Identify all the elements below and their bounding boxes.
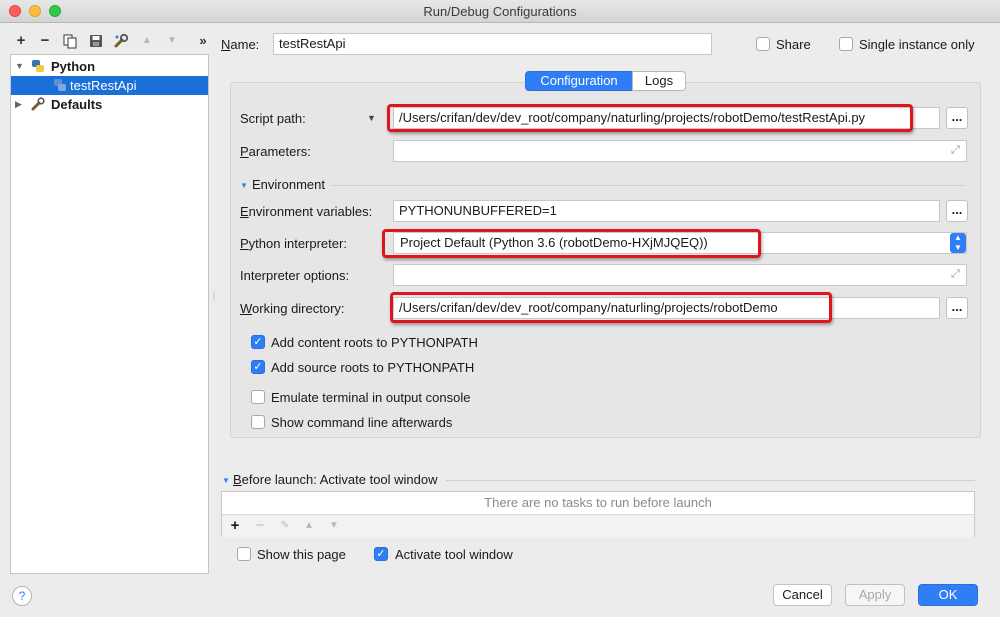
add-content-roots-label: Add content roots to PYTHONPATH <box>271 335 478 350</box>
empty-tasks-text: There are no tasks to run before launch <box>222 492 974 515</box>
add-task-icon[interactable]: + <box>227 517 243 535</box>
window-title: Run/Debug Configurations <box>423 4 577 19</box>
tasks-toolbar: + − ✎ ▲ ▼ <box>222 515 974 537</box>
section-collapse-icon[interactable]: ▼ <box>240 181 248 190</box>
working-dir-label: Working directory: <box>240 301 345 316</box>
single-instance-checkbox[interactable] <box>839 37 853 51</box>
before-launch-collapse-icon[interactable]: ▼ <box>222 476 230 485</box>
move-task-up-icon[interactable]: ▲ <box>301 517 317 535</box>
add-icon[interactable]: + <box>12 32 30 50</box>
section-divider <box>330 185 966 186</box>
emulate-terminal-checkbox[interactable] <box>251 390 265 404</box>
wrench-icon[interactable] <box>113 33 129 49</box>
splitter-handle[interactable]: ⋮ ⋮ <box>210 290 218 308</box>
save-icon[interactable] <box>89 34 103 48</box>
script-type-dropdown-icon[interactable]: ▼ <box>367 113 376 123</box>
add-source-roots-label: Add source roots to PYTHONPATH <box>271 360 475 375</box>
browse-working-dir-button[interactable]: ... <box>946 297 968 319</box>
remove-task-icon[interactable]: − <box>252 517 268 535</box>
edit-env-vars-button[interactable]: ... <box>946 200 968 222</box>
share-label: Share <box>776 37 811 52</box>
activate-tool-window-checkbox[interactable]: ✓ <box>374 547 388 561</box>
move-down-icon[interactable]: ▼ <box>163 32 181 50</box>
share-checkbox[interactable] <box>756 37 770 51</box>
configuration-tree[interactable]: ▼ Python testRestApi ▶ Defaults <box>10 54 209 574</box>
single-instance-label: Single instance only <box>859 37 975 52</box>
environment-section-label: Environment <box>252 177 325 192</box>
highlight-box <box>387 104 913 132</box>
help-button[interactable]: ? <box>12 586 32 606</box>
cancel-button[interactable]: Cancel <box>773 584 832 606</box>
expanded-arrow-icon[interactable]: ▼ <box>15 57 25 76</box>
move-up-icon[interactable]: ▲ <box>138 32 156 50</box>
tree-item-testrestapi[interactable]: testRestApi <box>11 76 208 95</box>
show-this-page-checkbox[interactable] <box>237 547 251 561</box>
tab-logs[interactable]: Logs <box>632 71 686 91</box>
parameters-input[interactable] <box>393 140 967 162</box>
show-this-page-label: Show this page <box>257 547 346 562</box>
show-command-line-label: Show command line afterwards <box>271 415 453 430</box>
ok-button[interactable]: OK <box>918 584 978 606</box>
activate-tool-window-label: Activate tool window <box>395 547 513 562</box>
copy-icon[interactable] <box>63 34 77 49</box>
tree-item-python[interactable]: ▼ Python <box>11 57 208 76</box>
name-input[interactable]: testRestApi <box>273 33 712 55</box>
remove-icon[interactable]: − <box>36 32 54 50</box>
script-path-label: Script path: <box>240 111 306 126</box>
parameters-label: Parameters: <box>240 144 311 159</box>
interpreter-options-input[interactable] <box>393 264 967 286</box>
add-content-roots-checkbox[interactable]: ✓ <box>251 335 265 349</box>
interpreter-options-label: Interpreter options: <box>240 268 350 283</box>
interpreter-label: Python interpreter: <box>240 236 347 251</box>
env-vars-input[interactable]: PYTHONUNBUFFERED=1 <box>393 200 940 222</box>
expand-icon[interactable]: ⤢ <box>951 268 960 281</box>
tree-item-defaults[interactable]: ▶ Defaults <box>11 95 208 114</box>
edit-task-icon[interactable]: ✎ <box>277 517 293 535</box>
tree-item-label: Python <box>51 59 96 74</box>
env-vars-label: Environment variables: <box>240 204 373 219</box>
collapsed-arrow-icon[interactable]: ▶ <box>15 95 25 114</box>
expand-icon[interactable]: ⤢ <box>951 144 960 157</box>
section-divider <box>446 480 975 481</box>
before-launch-task-list[interactable]: There are no tasks to run before launch … <box>221 491 975 537</box>
before-launch-label: Before launch: Activate tool window <box>233 472 438 487</box>
more-icon[interactable]: » <box>194 32 212 50</box>
apply-button[interactable]: Apply <box>845 584 905 606</box>
move-task-down-icon[interactable]: ▼ <box>326 517 342 535</box>
highlight-box <box>382 229 761 258</box>
configuration-panel <box>230 82 981 438</box>
browse-script-button[interactable]: ... <box>946 107 968 129</box>
tree-item-label: testRestApi <box>70 78 137 93</box>
select-arrows-icon[interactable]: ▲ ▼ <box>950 233 966 253</box>
name-label: Name: <box>221 37 260 52</box>
emulate-terminal-label: Emulate terminal in output console <box>271 390 471 405</box>
tab-configuration[interactable]: Configuration <box>525 71 633 91</box>
defaults-wrench-icon <box>31 97 45 116</box>
highlight-box <box>390 292 832 323</box>
add-source-roots-checkbox[interactable]: ✓ <box>251 360 265 374</box>
show-command-line-checkbox[interactable] <box>251 415 265 429</box>
tree-item-label: Defaults <box>51 97 103 112</box>
